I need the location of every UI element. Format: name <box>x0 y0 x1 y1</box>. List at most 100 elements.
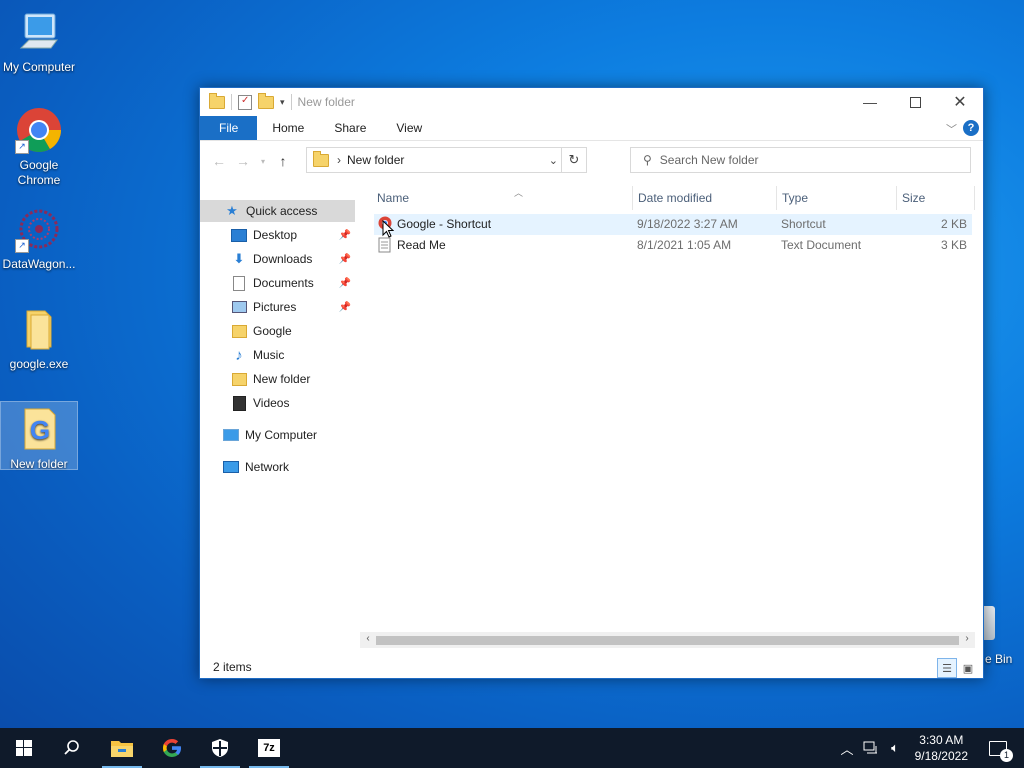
explorer-window[interactable]: ✓ ▾ New folder — ✕ File Home Share View … <box>199 87 984 679</box>
horizontal-scrollbar[interactable]: ‹ › <box>360 632 975 648</box>
search-input[interactable]: ⚲ Search New folder <box>630 147 971 173</box>
column-header-date[interactable]: Date modified <box>638 188 776 208</box>
desktop-icon-google-exe[interactable]: google.exe <box>1 305 77 372</box>
sidebar-item-desktop[interactable]: Desktop 📌 <box>200 224 355 246</box>
show-hidden-icons-button[interactable]: ︿ <box>838 728 856 768</box>
sidebar-item-documents[interactable]: Documents 📌 <box>200 272 355 294</box>
tab-file[interactable]: File <box>200 116 258 140</box>
column-header-type[interactable]: Type <box>782 188 894 208</box>
divider <box>231 94 232 110</box>
clock[interactable]: 3:30 AM 9/18/2022 <box>915 732 968 764</box>
expand-ribbon-icon[interactable]: ﹀ <box>946 121 957 137</box>
desktop-icon-label: DataWagon... <box>2 257 76 271</box>
breadcrumb-separator-icon[interactable]: › <box>337 153 341 167</box>
sidebar-item-network[interactable]: Network <box>200 456 355 478</box>
svg-text:G: G <box>30 415 50 445</box>
address-bar[interactable]: › New folder ⌄ ↻ <box>306 147 587 173</box>
network-icon[interactable] <box>860 728 882 768</box>
sidebar-item-new-folder[interactable]: New folder <box>200 368 355 390</box>
sidebar-item-label: Quick access <box>246 204 318 218</box>
desktop-icon-new-folder[interactable]: G New folder <box>0 401 78 471</box>
taskbar-security[interactable] <box>196 728 244 768</box>
taskbar: 7z ︿ 🔈︎ 3:30 AM 9/18/2022 1 <box>0 728 1024 768</box>
large-icons-view-button[interactable]: ▣ <box>958 658 978 678</box>
recycle-bin-label: e Bin <box>985 652 1013 666</box>
folder-icon <box>15 305 63 353</box>
sidebar-item-label: Pictures <box>253 300 297 314</box>
item-count: 2 items <box>213 660 252 674</box>
back-button[interactable]: ← <box>207 153 231 169</box>
new-folder-icon[interactable] <box>258 92 274 109</box>
desktop-icon-my-computer[interactable]: My Computer <box>1 8 77 75</box>
file-size: 2 KB <box>940 217 967 231</box>
column-divider[interactable] <box>974 186 975 210</box>
table-row[interactable]: Read Me 8/1/2021 1:05 AM Text Document 3… <box>374 235 972 256</box>
clock-time: 3:30 AM <box>919 733 964 747</box>
notification-count-badge: 1 <box>1000 749 1013 762</box>
sidebar-item-label: My Computer <box>245 428 318 442</box>
sidebar-item-label: Music <box>253 348 285 362</box>
refresh-button[interactable]: ↻ <box>561 148 586 172</box>
recycle-bin-icon[interactable] <box>983 606 995 640</box>
breadcrumb[interactable]: New folder <box>347 153 404 167</box>
taskbar-google[interactable] <box>148 728 196 768</box>
sidebar-item-downloads[interactable]: ⬇ Downloads 📌 <box>200 248 355 270</box>
desktop-icon-label: google.exe <box>9 357 69 371</box>
desktop-icon-google-chrome[interactable]: ↗ Google Chrome <box>1 106 77 188</box>
scrollbar-thumb[interactable] <box>376 636 959 645</box>
divider <box>290 94 292 110</box>
column-header-label: Type <box>782 191 809 205</box>
customize-dropdown-icon[interactable]: ▾ <box>280 97 285 108</box>
pin-icon: 📌 <box>338 253 351 265</box>
column-divider[interactable] <box>632 186 633 210</box>
taskbar-file-explorer[interactable] <box>98 728 146 768</box>
taskbar-7zip[interactable]: 7z <box>245 728 293 768</box>
ribbon-tabs: File Home Share View ﹀ ? <box>200 116 983 141</box>
tab-view[interactable]: View <box>381 116 437 140</box>
scroll-left-icon[interactable]: ‹ <box>360 633 376 644</box>
scroll-right-icon[interactable]: › <box>959 633 975 644</box>
table-row[interactable]: Google - Shortcut 9/18/2022 3:27 AM Shor… <box>374 214 972 235</box>
sidebar-item-google[interactable]: Google <box>200 320 355 342</box>
sort-ascending-icon: ︿ <box>514 188 524 198</box>
7zip-icon: 7z <box>258 739 280 757</box>
close-button[interactable]: ✕ <box>937 88 983 116</box>
computer-icon <box>223 427 239 443</box>
column-header-size[interactable]: Size <box>902 188 972 208</box>
column-header-label: Size <box>902 191 926 205</box>
column-divider[interactable] <box>776 186 777 210</box>
notification-center-button[interactable]: 1 <box>978 728 1018 768</box>
column-header-name[interactable]: Name ︿ <box>377 188 632 208</box>
sidebar-item-my-computer[interactable]: My Computer <box>200 424 355 446</box>
details-view-button[interactable]: ☰ <box>937 658 957 678</box>
sidebar-item-quick-access[interactable]: ★ Quick access <box>200 200 355 222</box>
title-bar[interactable]: ✓ ▾ New folder — ✕ <box>200 88 983 116</box>
google-g-icon <box>163 739 181 757</box>
status-bar: 2 items ☰ ▣ <box>200 656 983 678</box>
maximize-button[interactable] <box>892 88 938 116</box>
search-icon: ⚲ <box>643 153 652 167</box>
help-icon[interactable]: ? <box>963 120 979 136</box>
tab-home[interactable]: Home <box>257 116 319 140</box>
forward-button[interactable]: → <box>231 153 255 169</box>
chevron-down-icon[interactable]: ⌄ <box>549 154 558 167</box>
desktop-icon-datawagon[interactable]: ↗ DataWagon... <box>1 205 77 272</box>
sidebar-item-music[interactable]: ♪ Music <box>200 344 355 366</box>
up-button[interactable]: ↑ <box>271 153 295 169</box>
sidebar-item-pictures[interactable]: Pictures 📌 <box>200 296 355 318</box>
sidebar-item-videos[interactable]: Videos <box>200 392 355 414</box>
column-divider[interactable] <box>896 186 897 210</box>
recent-locations-icon[interactable]: ▾ <box>255 157 271 166</box>
file-list[interactable]: Name ︿ Date modified Type Size Google - … <box>360 180 983 656</box>
mouse-cursor-icon <box>382 219 395 241</box>
navigation-pane: ★ Quick access Desktop 📌 ⬇ Downloads 📌 D… <box>200 180 358 656</box>
volume-icon[interactable]: 🔈︎ <box>884 728 906 768</box>
desktop-icon-label: Google Chrome <box>17 158 61 187</box>
shortcut-arrow-icon: ↗ <box>15 239 29 253</box>
search-button[interactable] <box>48 728 96 768</box>
tab-share[interactable]: Share <box>319 116 381 140</box>
minimize-button[interactable]: — <box>847 88 893 116</box>
start-button[interactable] <box>0 728 48 768</box>
document-icon <box>231 275 247 291</box>
properties-icon[interactable]: ✓ <box>238 94 252 110</box>
